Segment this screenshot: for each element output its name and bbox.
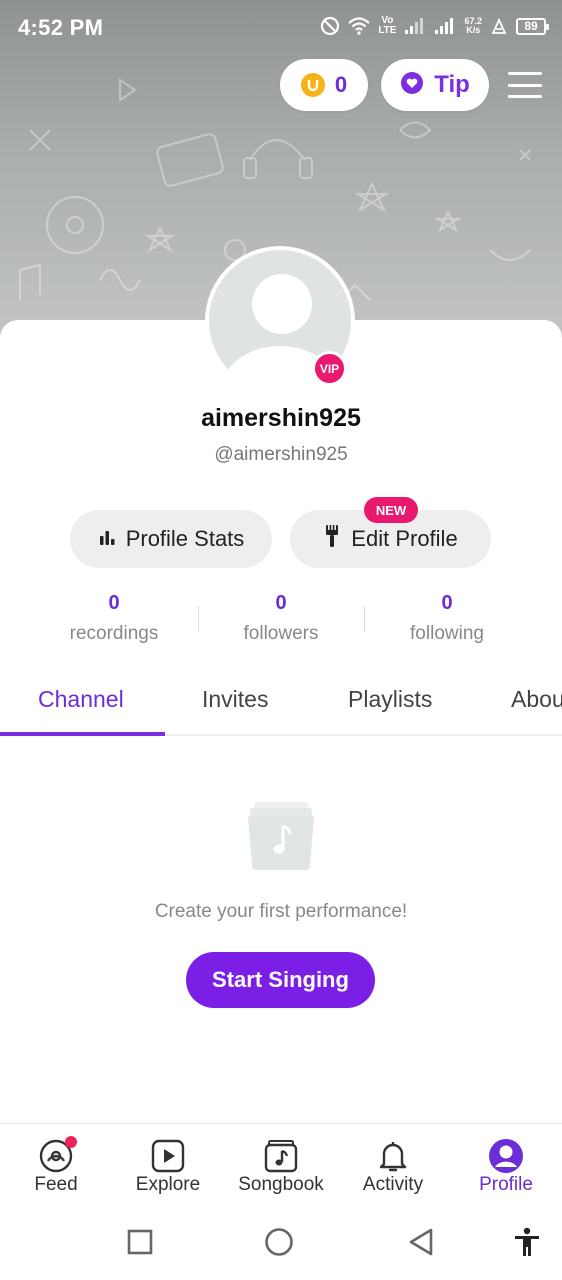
- net-speed: 67.2 K/s: [464, 17, 482, 35]
- profile-icon: [488, 1138, 524, 1174]
- nav-songbook[interactable]: Songbook: [225, 1138, 337, 1196]
- coins-count: 0: [334, 72, 348, 97]
- signal-icon: [434, 17, 456, 35]
- start-singing-button[interactable]: Start Singing: [186, 952, 375, 1008]
- stat-value: 0: [275, 592, 287, 614]
- stat-value: 0: [108, 592, 120, 614]
- user-handle: @aimershin925: [214, 444, 348, 465]
- status-icons: Vo LTE 67.2 K/s 89: [320, 16, 549, 36]
- back-icon[interactable]: [406, 1227, 436, 1257]
- tab-about[interactable]: About: [511, 686, 562, 713]
- coins-button[interactable]: 0: [280, 59, 368, 111]
- volte-indicator: Vo LTE: [378, 16, 396, 36]
- home-icon[interactable]: [264, 1227, 294, 1257]
- music-folder-icon: [246, 800, 316, 870]
- bottom-nav: Feed Explore Songbook Activity Profile: [0, 1123, 562, 1205]
- nav-label: Songbook: [238, 1174, 324, 1195]
- net-speed-unit: K/s: [466, 25, 481, 35]
- stat-label: following: [410, 623, 484, 644]
- battery-icon: 89: [516, 17, 549, 35]
- bar-chart-icon: [98, 526, 116, 552]
- divider: [198, 606, 199, 632]
- tip-label: Tip: [434, 71, 470, 98]
- notification-dot: [65, 1136, 77, 1148]
- menu-icon[interactable]: [508, 72, 542, 98]
- explore-icon: [150, 1138, 186, 1174]
- recents-icon[interactable]: [125, 1227, 155, 1257]
- songbook-icon: [263, 1138, 299, 1174]
- tab-playlists[interactable]: Playlists: [348, 686, 432, 713]
- edit-profile-label: Edit Profile: [351, 526, 458, 551]
- stat-label: recordings: [69, 623, 159, 644]
- empty-state-message: Create your first performance!: [154, 901, 408, 922]
- nav-profile[interactable]: Profile: [450, 1138, 562, 1196]
- profile-stats-button[interactable]: Profile Stats: [70, 510, 272, 568]
- nav-label: Feed: [34, 1174, 78, 1195]
- nav-feed[interactable]: Feed: [0, 1136, 112, 1196]
- stat-followers[interactable]: 0 followers: [201, 592, 361, 645]
- signal-icon: [404, 17, 426, 35]
- alarm-icon: [490, 17, 508, 35]
- nav-label: Activity: [362, 1174, 424, 1195]
- username: aimershin925: [201, 404, 361, 432]
- top-actions: 0 Tip: [280, 59, 542, 111]
- nav-label: Explore: [135, 1174, 201, 1195]
- stat-recordings[interactable]: 0 recordings: [34, 592, 194, 645]
- nav-activity[interactable]: Activity: [337, 1138, 449, 1196]
- status-time: 4:52 PM: [18, 15, 104, 40]
- stat-value: 0: [441, 592, 453, 614]
- active-tab-indicator: [0, 732, 165, 736]
- stat-label: followers: [243, 623, 319, 644]
- coin-icon: [300, 73, 325, 97]
- nav-label: Profile: [479, 1174, 533, 1195]
- status-bar: 4:52 PM Vo LTE 67.2 K/s 89: [0, 0, 562, 58]
- bell-icon: [375, 1138, 411, 1174]
- nav-explore[interactable]: Explore: [112, 1138, 224, 1196]
- new-badge: NEW: [364, 497, 418, 523]
- feed-icon: [38, 1136, 77, 1174]
- lte-label: LTE: [378, 25, 397, 36]
- profile-actions: Profile Stats Edit Profile: [0, 510, 562, 568]
- accessibility-icon[interactable]: [512, 1227, 542, 1257]
- profile-tabs: Channel Invites Playlists About: [0, 670, 562, 736]
- heart-icon: [400, 71, 424, 100]
- vip-badge: VIP: [312, 351, 347, 386]
- system-nav-bar: [0, 1205, 562, 1280]
- profile-stats: 0 recordings 0 followers 0 following: [0, 592, 562, 652]
- wifi-icon: [348, 17, 371, 35]
- profile-stats-label: Profile Stats: [125, 526, 245, 551]
- divider: [364, 606, 365, 632]
- tab-channel[interactable]: Channel: [38, 686, 124, 713]
- paintbrush-icon: [323, 524, 341, 554]
- stat-following[interactable]: 0 following: [367, 592, 527, 645]
- tip-button[interactable]: Tip: [381, 59, 489, 111]
- tab-invites[interactable]: Invites: [202, 686, 268, 713]
- dnd-icon: [320, 16, 340, 36]
